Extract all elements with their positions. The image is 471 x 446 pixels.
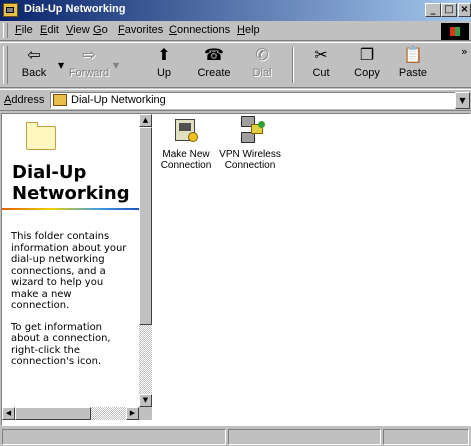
scroll-down-button[interactable]: ▼ [139,394,152,407]
scroll-right-button[interactable]: ▶ [126,407,139,420]
windows-logo-icon [441,23,469,40]
copy-button[interactable]: ❐ Copy [345,45,389,85]
menu-view[interactable]: View [66,24,90,36]
address-label: Address [4,94,45,106]
up-folder-icon: ⬆ [157,47,171,64]
scroll-up-button[interactable]: ▲ [139,114,152,127]
dial-button: ✆ Dial [240,45,284,85]
panel-description: This folder contains information about y… [11,231,131,378]
menu-edit[interactable]: Edit [40,24,59,36]
horizontal-scrollbar[interactable]: ◀ ▶ [2,407,139,420]
menu-file[interactable]: File [15,24,33,36]
maximize-button[interactable]: □ [441,3,457,17]
dial-phone-icon: ✆ [255,47,269,64]
address-value[interactable]: Dial-Up Networking [71,94,166,106]
scroll-corner [139,407,152,420]
menu-connections[interactable]: Connections [169,24,230,36]
title-bar[interactable]: Dial-Up Networking _ □ × [0,0,471,21]
menubar-grip[interactable] [3,23,8,38]
toolbar: ⇦ Back ▼ ⇨ Forward ▼ ⬆ Up ☎ Create ✆ Dia… [0,42,471,88]
icon-label: VPN Wireless Connection [219,149,281,171]
copy-icon: ❐ [359,47,375,64]
panel-title: Dial-Up Networking [12,162,130,204]
scroll-left-button[interactable]: ◀ [2,407,15,420]
toolbar-separator [292,47,294,83]
panel-paragraph-1: This folder contains information about y… [11,231,127,311]
menu-help[interactable]: Help [237,24,260,36]
folder-icon [26,122,56,150]
back-button[interactable]: ⇦ Back [12,45,56,85]
menu-favorites[interactable]: Favorites [118,24,163,36]
scissors-icon: ✂ [314,47,328,64]
window-title: Dial-Up Networking [24,3,126,15]
status-pane-2 [228,429,381,445]
forward-button: ⇨ Forward [68,47,110,79]
toolbar-grip[interactable] [3,46,8,84]
menu-bar: File Edit View Go Favorites Connections … [0,21,471,41]
vpn-wireless-connection-item[interactable]: VPN Wireless Connection [215,114,285,171]
vpn-connection-icon [234,116,266,146]
vertical-scrollbar[interactable]: ▲ ▼ [139,114,152,407]
address-dropdown-button[interactable]: ▼ [455,92,470,109]
paste-button[interactable]: 📋 Paste [391,45,435,85]
cut-button[interactable]: ✂ Cut [299,45,343,85]
create-connection-icon: ☎ [204,47,224,64]
paste-clipboard-icon: 📋 [403,47,423,64]
panel-divider [2,208,139,210]
toolbar-overflow-button[interactable]: » [461,45,468,58]
address-input[interactable]: Dial-Up Networking ▼ [50,92,470,109]
create-button[interactable]: ☎ Create [192,45,236,85]
dial-up-folder-icon [53,94,67,106]
explorer-window: Dial-Up Networking _ □ × File Edit View … [0,0,471,446]
forward-dropdown-icon: ▼ [113,61,120,70]
info-panel: Dial-Up Networking This folder contains … [2,114,139,407]
make-new-connection-item[interactable]: Make New Connection [154,114,218,171]
status-pane-3 [383,429,469,445]
forward-arrow-icon: ⇨ [82,47,96,64]
horizontal-scroll-thumb[interactable] [15,407,91,420]
minimize-button[interactable]: _ [425,3,441,17]
back-dropdown-icon[interactable]: ▼ [58,61,64,70]
vertical-scroll-thumb[interactable] [139,127,152,325]
up-button[interactable]: ⬆ Up [142,45,186,85]
dial-up-folder-icon[interactable] [3,3,18,17]
address-bar: Address Dial-Up Networking ▼ [0,89,471,111]
folder-view: Dial-Up Networking This folder contains … [1,113,471,426]
back-arrow-icon: ⇦ [27,47,41,64]
icon-label: Make New Connection [160,149,212,171]
menu-go[interactable]: Go [93,24,108,36]
make-new-connection-icon [170,116,202,146]
close-button[interactable]: × [458,3,471,17]
status-bar [0,427,471,446]
status-pane-1 [2,429,226,445]
panel-paragraph-2: To get information about a connection, r… [11,321,111,368]
